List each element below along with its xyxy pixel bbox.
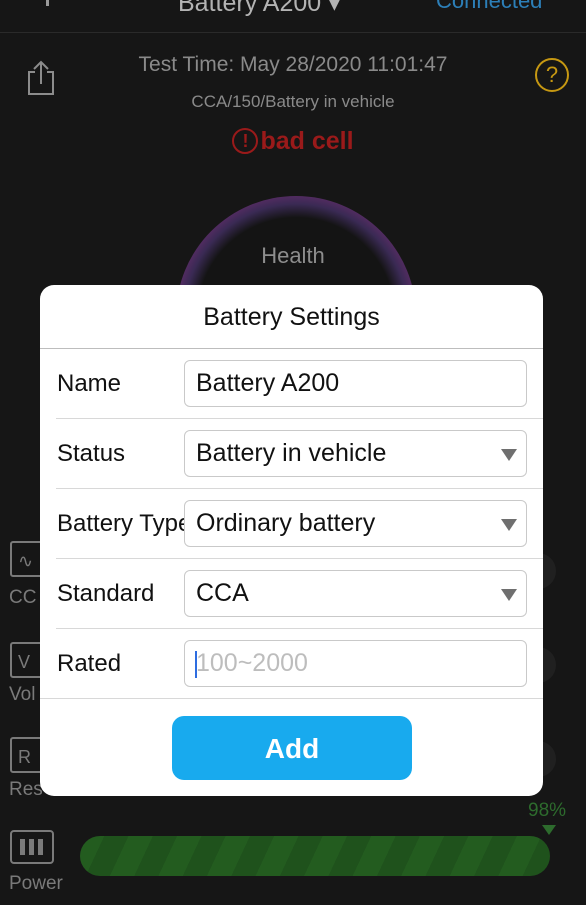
status-value: Battery in vehicle [196, 439, 387, 467]
standard-label: Standard [57, 580, 155, 607]
rated-input[interactable]: 100~2000 [184, 640, 527, 687]
name-label: Name [57, 370, 122, 397]
add-button[interactable]: Add [172, 716, 412, 780]
battery-type-row: Battery Type Ordinary battery [40, 489, 543, 559]
name-value: Battery A200 [196, 369, 340, 397]
standard-row: Standard CCA [40, 559, 543, 629]
standard-select[interactable]: CCA [184, 570, 527, 617]
rated-row: Rated 100~2000 [40, 629, 543, 699]
name-row: Name Battery A200 [40, 349, 543, 419]
rated-placeholder: 100~2000 [196, 649, 308, 677]
rated-label: Rated [57, 650, 122, 677]
chevron-down-icon [501, 449, 517, 461]
battery-type-label: Battery Type [57, 510, 184, 537]
status-label: Status [57, 440, 126, 467]
status-select[interactable]: Battery in vehicle [184, 430, 527, 477]
chevron-down-icon [501, 519, 517, 531]
status-row: Status Battery in vehicle [40, 419, 543, 489]
chevron-down-icon [501, 589, 517, 601]
name-input[interactable]: Battery A200 [184, 360, 527, 407]
battery-type-select[interactable]: Ordinary battery [184, 500, 527, 547]
battery-settings-dialog: Battery Settings Name Battery A200 Statu… [40, 285, 543, 796]
dialog-title: Battery Settings [203, 303, 380, 331]
standard-value: CCA [196, 579, 249, 607]
battery-type-value: Ordinary battery [196, 509, 376, 537]
